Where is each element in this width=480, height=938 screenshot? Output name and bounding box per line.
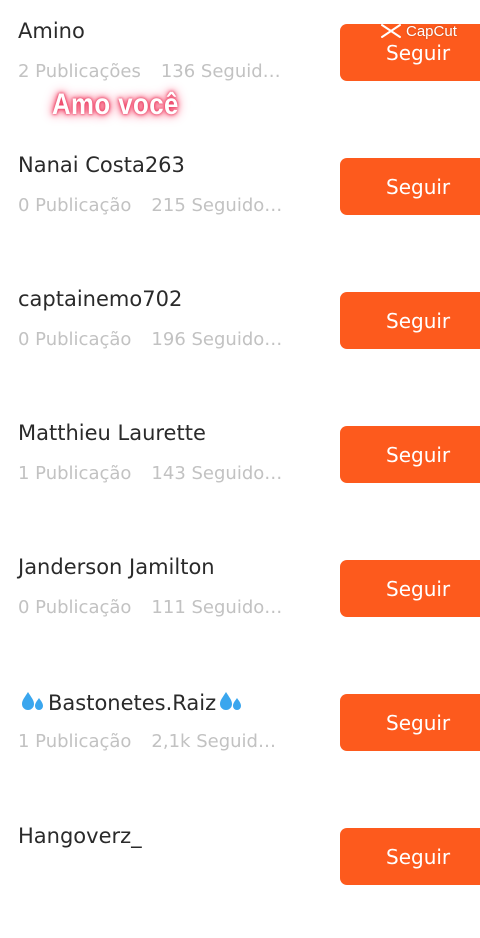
list-item[interactable]: Janderson Jamilton 0 Publicação 111 Segui… [0, 536, 480, 670]
follow-button[interactable]: Seguir [340, 560, 480, 617]
list-item[interactable]: Bastonetes.Raiz 1 Publicação 2,1k Seguid…… [0, 670, 480, 804]
user-name[interactable]: Janderson Jamilton [18, 555, 215, 579]
follower-count: 196 Seguido… [151, 329, 283, 350]
post-count: 0 Publicação [18, 329, 132, 350]
post-count: 1 Publicação [18, 463, 132, 484]
follower-count: 215 Seguido… [151, 195, 283, 216]
post-count: 0 Publicação [18, 597, 132, 618]
user-stats: 2 Publicações 136 Seguid… [18, 61, 318, 82]
list-item[interactable]: Nanai Costa263 0 Publicação 215 Seguido… … [0, 134, 480, 268]
user-stats: 1 Publicação 143 Seguido… [18, 463, 318, 484]
follow-button[interactable]: Seguir [340, 694, 480, 751]
list-item[interactable]: Matthieu Laurette 1 Publicação 143 Seguid… [0, 402, 480, 536]
user-name[interactable]: Hangoverz_ [18, 824, 142, 848]
user-stats: 0 Publicação 111 Seguido… [18, 597, 318, 618]
follower-count: 111 Seguido… [151, 597, 283, 618]
user-name[interactable]: Amino [18, 19, 85, 43]
follow-button[interactable]: Seguir [340, 158, 480, 215]
list-item[interactable]: Hangoverz_ Seguir [0, 804, 480, 938]
caption-overlay: Amo você [52, 88, 179, 121]
user-name[interactable]: Bastonetes.Raiz [18, 689, 246, 715]
sweat-droplets-icon [220, 692, 242, 710]
follower-count: 136 Seguid… [160, 61, 281, 82]
follower-count: 143 Seguido… [151, 463, 283, 484]
user-name[interactable]: Matthieu Laurette [18, 421, 206, 445]
capcut-logo-icon [381, 24, 401, 38]
post-count: 2 Publicações [18, 61, 141, 82]
user-list: Amino 2 Publicações 136 Seguid… Seguir Na… [0, 0, 480, 885]
follower-count: 2,1k Seguid… [151, 731, 276, 752]
follow-button[interactable]: Seguir [340, 426, 480, 483]
user-name[interactable]: Nanai Costa263 [18, 153, 185, 177]
capcut-watermark: CapCut [380, 22, 457, 40]
watermark-text: CapCut [406, 22, 457, 40]
post-count: 1 Publicação [18, 731, 132, 752]
post-count: 0 Publicação [18, 195, 132, 216]
user-stats: 0 Publicação 196 Seguido… [18, 329, 318, 350]
user-name[interactable]: captainemo702 [18, 287, 182, 311]
list-item[interactable]: captainemo702 0 Publicação 196 Seguido… S… [0, 268, 480, 402]
follow-button[interactable]: Seguir [340, 292, 480, 349]
user-stats: 1 Publicação 2,1k Seguid… [18, 731, 318, 752]
follow-button[interactable]: Seguir [340, 828, 480, 885]
sweat-droplets-icon [22, 692, 43, 710]
user-name-text: Bastonetes.Raiz [48, 691, 217, 715]
user-stats: 0 Publicação 215 Seguido… [18, 195, 318, 216]
